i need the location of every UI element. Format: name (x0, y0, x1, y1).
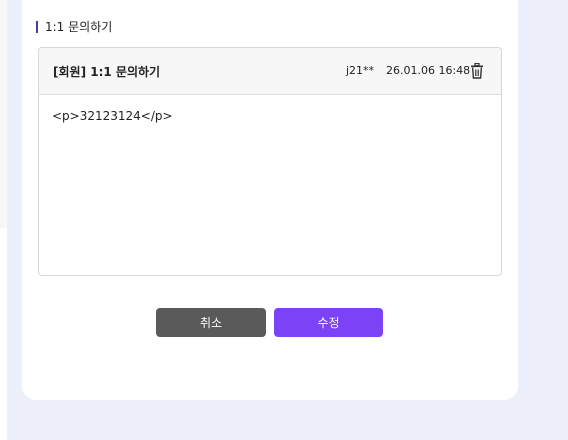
post-date: 26.01.06 16:48 (386, 64, 471, 77)
post-body: <p>32123124</p> (52, 109, 173, 123)
left-panel-upper (0, 0, 7, 228)
post-title: [회원] 1:1 문의하기 (53, 65, 161, 79)
heading-bar (36, 21, 38, 33)
post-author: j21** (346, 64, 375, 77)
post-header: [회원] 1:1 문의하기 j21** 26.01.06 16:48 (39, 48, 501, 95)
section-heading: 1:1 문의하기 (36, 19, 112, 35)
cancel-button[interactable]: 취소 (156, 308, 266, 337)
trash-icon[interactable] (470, 62, 484, 79)
inquiry-post: [회원] 1:1 문의하기 j21** 26.01.06 16:48 <p>32… (38, 47, 502, 276)
edit-button[interactable]: 수정 (274, 308, 383, 337)
section-title-text: 1:1 문의하기 (45, 20, 113, 34)
